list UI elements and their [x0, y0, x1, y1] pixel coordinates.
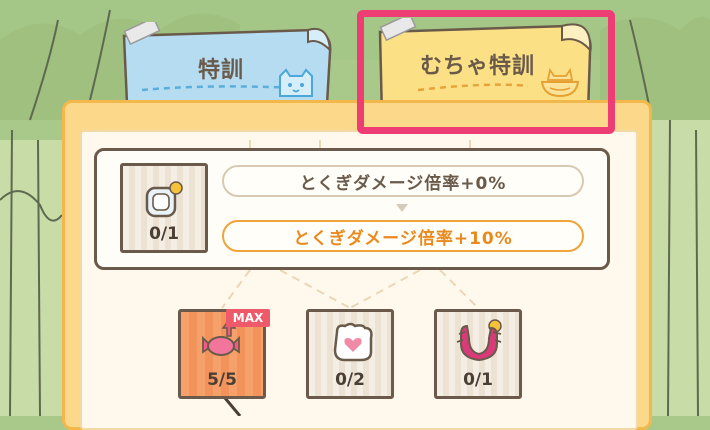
current-effect-label: とくぎダメージ倍率+0% [222, 165, 584, 197]
next-effect-label: とくぎダメージ倍率+10% [222, 220, 584, 252]
skill-node-candy-count: 5/5 [207, 370, 237, 390]
heart-face-icon [333, 322, 373, 362]
selected-skill-node[interactable]: 0/1 [120, 163, 208, 253]
skill-node-claw[interactable]: 0/1 [434, 309, 522, 399]
max-badge: MAX [226, 309, 270, 327]
claw-sun-icon [456, 319, 502, 362]
skill-node-claw-count: 0/1 [463, 370, 493, 390]
selected-tab-highlight [357, 10, 615, 134]
skill-node-heart[interactable]: 0/2 [306, 309, 394, 399]
selected-skill-count: 0/1 [149, 224, 179, 244]
arrow-down-icon [396, 204, 408, 212]
shield-sun-icon [145, 181, 183, 218]
skill-node-heart-count: 0/2 [335, 370, 365, 390]
